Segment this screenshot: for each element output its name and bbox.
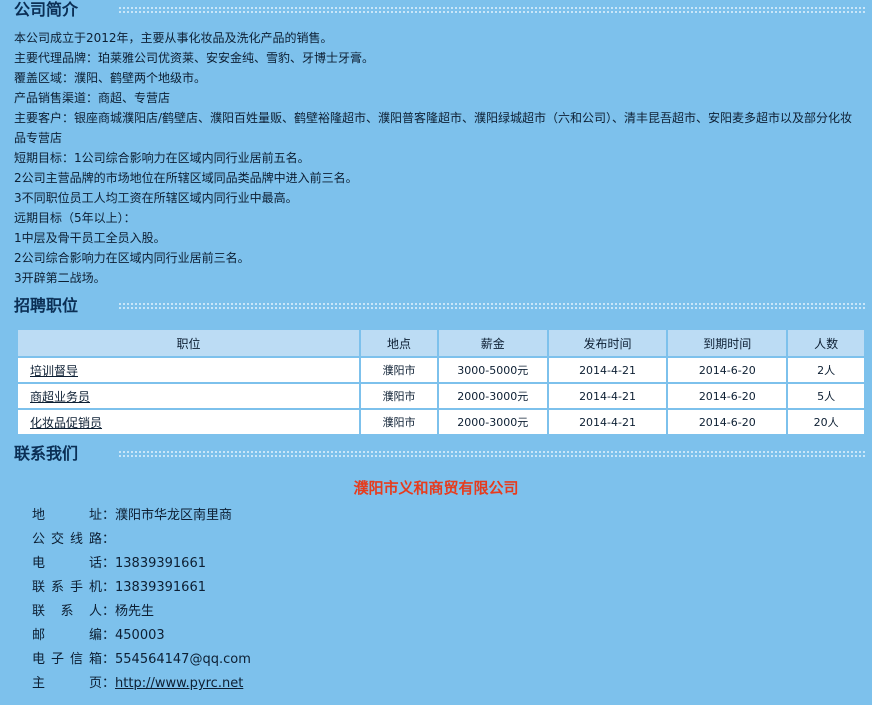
intro-title: 公司简介 bbox=[14, 0, 85, 20]
intro-line: 主要客户：银座商城濮阳店/鹤壁店、濮阳百姓量贩、鹤壁裕隆超市、濮阳普客隆超市、濮… bbox=[14, 111, 853, 125]
intro-line: 品专营店 bbox=[14, 131, 63, 145]
contact-label: 公交线路 bbox=[32, 532, 102, 547]
homepage-link[interactable]: http://www.pyrc.net bbox=[115, 676, 243, 691]
contact-value: 450003 bbox=[115, 628, 165, 643]
table-row: 化妆品促销员 濮阳市 2000-3000元 2014-4-21 2014-6-2… bbox=[15, 408, 866, 436]
job-expire-date: 2014-6-20 bbox=[666, 382, 789, 410]
contact-label: 联 系 人 bbox=[32, 604, 102, 619]
col-header-post-date: 发布时间 bbox=[546, 328, 669, 358]
contact-label: 邮 编 bbox=[32, 628, 102, 643]
col-header-location: 地点 bbox=[359, 328, 439, 358]
table-row: 商超业务员 濮阳市 2000-3000元 2014-4-21 2014-6-20… bbox=[15, 382, 866, 410]
contact-row-phone: 电 话：13839391661 bbox=[32, 552, 872, 576]
section-dots-divider bbox=[118, 302, 866, 310]
intro-line: 覆盖区域：濮阳、鹤壁两个地级市。 bbox=[14, 71, 207, 85]
jobs-title: 招聘职位 bbox=[14, 296, 85, 316]
contact-row-email: 电子信箱：554564147@qq.com bbox=[32, 648, 872, 672]
job-expire-date: 2014-6-20 bbox=[666, 356, 789, 384]
contact-row-bus: 公交线路： bbox=[32, 528, 872, 552]
intro-line: 产品销售渠道：商超、专营店 bbox=[14, 91, 171, 105]
job-post-date: 2014-4-21 bbox=[546, 382, 669, 410]
jobs-table: 职位 地点 薪金 发布时间 到期时间 人数 培训督导 濮阳市 3000-5000… bbox=[15, 328, 866, 436]
job-salary: 2000-3000元 bbox=[436, 408, 549, 436]
section-dots-divider bbox=[118, 6, 866, 14]
contact-value: 554564147@qq.com bbox=[115, 652, 251, 667]
contact-section-header: 联系我们 bbox=[0, 444, 872, 464]
contact-value: 13839391661 bbox=[115, 556, 206, 571]
intro-line: 3开辟第二战场。 bbox=[14, 271, 106, 285]
col-header-salary: 薪金 bbox=[436, 328, 549, 358]
contact-row-person: 联 系 人：杨先生 bbox=[32, 600, 872, 624]
job-salary: 2000-3000元 bbox=[436, 382, 549, 410]
contact-label: 联系手机 bbox=[32, 580, 102, 595]
job-count: 5人 bbox=[786, 382, 866, 410]
intro-text: 本公司成立于2012年，主要从事化妆品及洗化产品的销售。 主要代理品牌：珀莱雅公… bbox=[0, 20, 872, 288]
contact-row-mobile: 联系手机：13839391661 bbox=[32, 576, 872, 600]
contact-row-postcode: 邮 编：450003 bbox=[32, 624, 872, 648]
contact-row-address: 地 址：濮阳市华龙区南里商 bbox=[32, 504, 872, 528]
job-link[interactable]: 培训督导 bbox=[30, 364, 78, 378]
col-header-expire-date: 到期时间 bbox=[666, 328, 789, 358]
intro-line: 2公司主营品牌的市场地位在所辖区域同品类品牌中进入前三名。 bbox=[14, 171, 358, 185]
job-post-date: 2014-4-21 bbox=[546, 356, 669, 384]
contact-title: 联系我们 bbox=[14, 444, 85, 464]
job-post-date: 2014-4-21 bbox=[546, 408, 669, 436]
contact-label: 电子信箱 bbox=[32, 652, 102, 667]
contact-label: 电 话 bbox=[32, 556, 102, 571]
job-expire-date: 2014-6-20 bbox=[666, 408, 789, 436]
contact-row-homepage: 主 页：http://www.pyrc.net bbox=[32, 672, 872, 696]
contact-value: 濮阳市华龙区南里商 bbox=[115, 508, 233, 523]
col-header-position: 职位 bbox=[15, 328, 362, 358]
job-location: 濮阳市 bbox=[359, 382, 439, 410]
col-header-count: 人数 bbox=[786, 328, 866, 358]
intro-line: 2公司综合影响力在区域内同行业居前三名。 bbox=[14, 251, 250, 265]
company-name: 濮阳市义和商贸有限公司 bbox=[353, 479, 519, 497]
intro-line: 3不同职位员工人均工资在所辖区域内同行业中最高。 bbox=[14, 191, 298, 205]
contact-label: 地 址 bbox=[32, 508, 102, 523]
jobs-header-row: 职位 地点 薪金 发布时间 到期时间 人数 bbox=[15, 328, 866, 358]
job-link[interactable]: 化妆品促销员 bbox=[30, 416, 102, 430]
contact-value: 13839391661 bbox=[115, 580, 206, 595]
section-dots-divider bbox=[118, 450, 866, 458]
intro-line: 短期目标：1公司综合影响力在区域内同行业居前五名。 bbox=[14, 151, 310, 165]
job-location: 濮阳市 bbox=[359, 356, 439, 384]
jobs-section-header: 招聘职位 bbox=[0, 296, 872, 316]
contact-value: 杨先生 bbox=[115, 604, 155, 619]
page: 公司简介 本公司成立于2012年，主要从事化妆品及洗化产品的销售。 主要代理品牌… bbox=[0, 0, 872, 705]
intro-line: 1中层及骨干员工全员入股。 bbox=[14, 231, 166, 245]
intro-line: 主要代理品牌：珀莱雅公司优资莱、安安金纯、雪豹、牙博士牙膏。 bbox=[14, 51, 375, 65]
intro-line: 本公司成立于2012年，主要从事化妆品及洗化产品的销售。 bbox=[14, 31, 333, 45]
job-location: 濮阳市 bbox=[359, 408, 439, 436]
contact-label: 主 页 bbox=[32, 676, 102, 691]
job-salary: 3000-5000元 bbox=[436, 356, 549, 384]
job-count: 2人 bbox=[786, 356, 866, 384]
intro-section-header: 公司简介 bbox=[0, 0, 872, 20]
job-link[interactable]: 商超业务员 bbox=[30, 390, 90, 404]
intro-line: 远期目标（5年以上）： bbox=[14, 211, 136, 225]
contact-info: 地 址：濮阳市华龙区南里商 公交线路： 电 话：13839391661 联系手机… bbox=[0, 504, 872, 696]
job-count: 20人 bbox=[786, 408, 866, 436]
table-row: 培训督导 濮阳市 3000-5000元 2014-4-21 2014-6-20 … bbox=[15, 356, 866, 384]
